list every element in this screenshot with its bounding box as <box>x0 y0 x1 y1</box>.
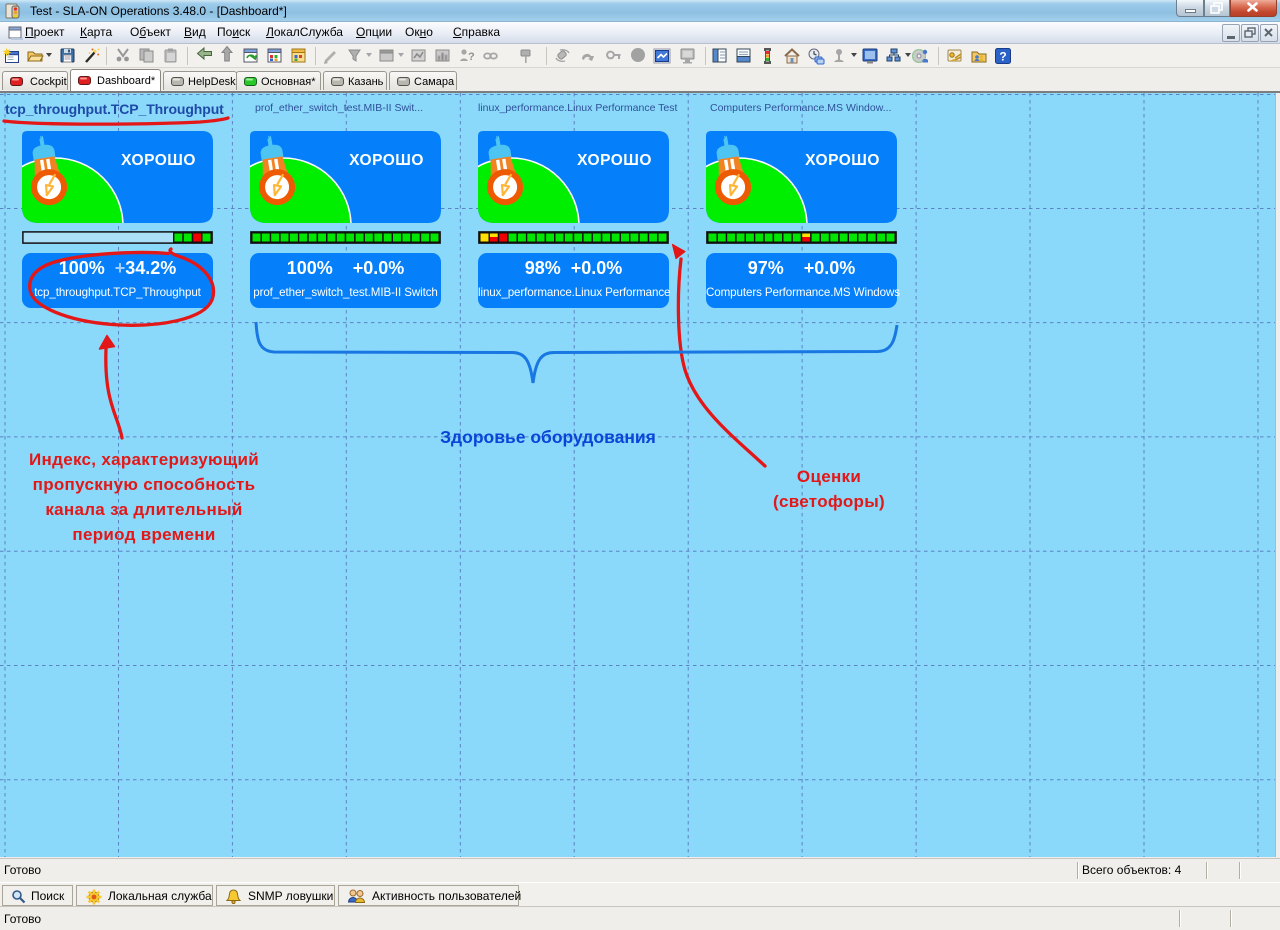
svg-text:?: ? <box>999 50 1006 64</box>
svg-text:?: ? <box>468 51 475 63</box>
